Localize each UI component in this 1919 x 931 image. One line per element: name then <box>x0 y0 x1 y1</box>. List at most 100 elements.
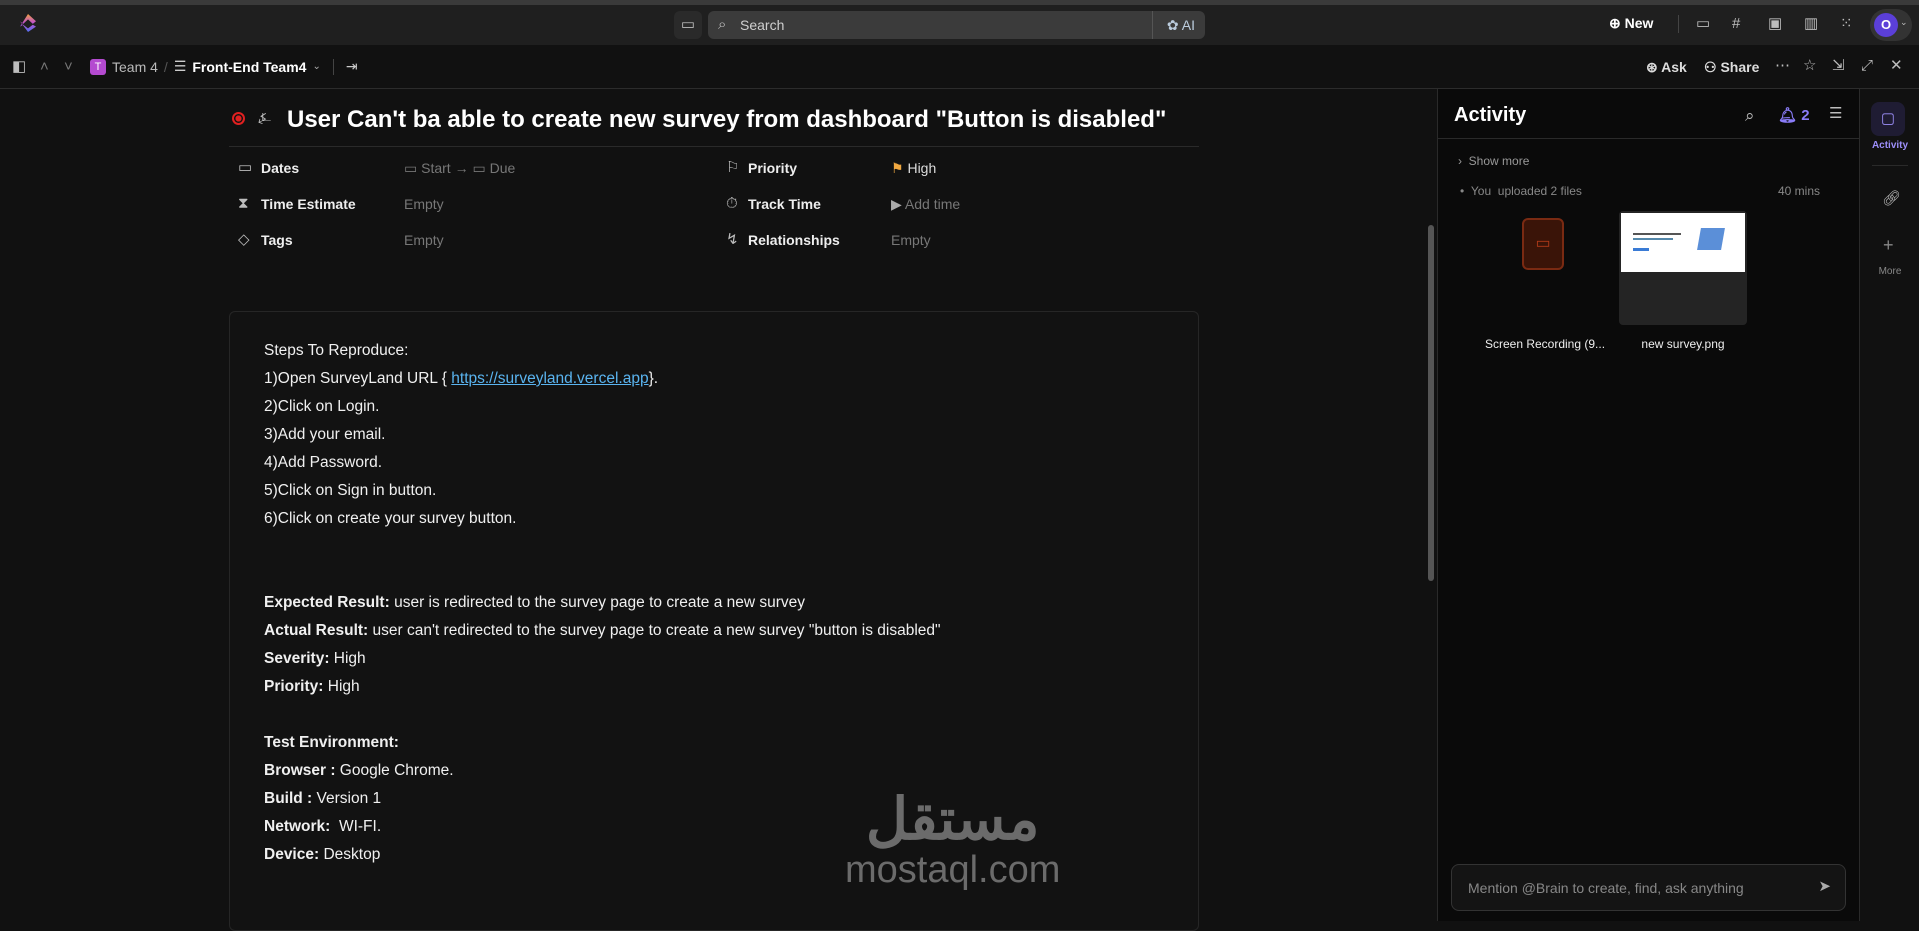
file-name: Screen Recording (9... <box>1484 337 1606 351</box>
field-label: Network: <box>264 818 331 835</box>
chevron-up-icon[interactable]: ˄ <box>40 59 49 74</box>
field-value: Google Chrome. <box>335 762 454 779</box>
field-label: Build : <box>264 790 313 807</box>
minimize-icon[interactable]: ⇲ <box>1832 58 1845 73</box>
plus-icon[interactable]: + <box>1883 236 1894 254</box>
notifications-button[interactable]: 🔔︎ 2 <box>1778 106 1810 124</box>
search-input[interactable]: ⌕ Search ✿ AI <box>708 11 1205 39</box>
task-header-bar: ◧ ˄ ˅ T Team 4 / ☰ Front-End Team4 ⌄ ⇥ ⊛… <box>0 45 1919 89</box>
breadcrumb-list[interactable]: Front-End Team4 <box>192 59 306 75</box>
watermark: مستقل mostaql.com <box>845 790 1060 891</box>
search-placeholder: Search <box>740 17 785 33</box>
field-value: Desktop <box>319 846 381 863</box>
move-task-icon[interactable]: ⇥ <box>346 58 358 75</box>
star-icon[interactable]: ☆ <box>1803 58 1816 73</box>
tag-icon: ◇ <box>238 231 250 248</box>
calendar-icon[interactable]: ▭ <box>674 11 702 39</box>
activity-panel: Activity ⌕ 🔔︎ 2 ☰ › Show more • You uplo… <box>1438 89 1859 921</box>
rail-activity-button[interactable]: ▢ <box>1871 102 1905 136</box>
step-text: 1)Open SurveyLand URL { <box>264 370 452 387</box>
rail-more-label[interactable]: More <box>1860 266 1919 277</box>
mention-input[interactable]: Mention @Brain to create, find, ask anyt… <box>1451 864 1846 911</box>
app-logo-icon[interactable] <box>20 14 36 32</box>
severity: Severity: High <box>264 650 366 668</box>
file-attachment[interactable]: ▭ Screen Recording (9... <box>1480 211 1605 411</box>
field-label: Severity: <box>264 650 330 667</box>
activity-title: Activity <box>1454 104 1527 126</box>
step-6: 6)Click on create your survey button. <box>264 510 517 527</box>
field-label: Browser : <box>264 762 336 779</box>
priority-label: Priority <box>748 160 798 176</box>
main-scrollbar[interactable] <box>1428 225 1434 581</box>
calendar-icon: ▭ <box>238 159 253 176</box>
relationships-label: Relationships <box>748 232 840 248</box>
field-value: High <box>329 650 366 667</box>
breadcrumb-separator: / <box>163 58 168 75</box>
page-title[interactable]: User Can't ba able to create new survey … <box>287 106 1166 134</box>
search-icon[interactable]: ⌕ <box>1745 107 1755 124</box>
priority-flag-icon: ⚑ <box>891 160 904 176</box>
step-text: }. <box>648 370 659 387</box>
step-1: 1)Open SurveyLand URL { https://surveyla… <box>264 370 658 388</box>
chevron-down-icon[interactable]: ˅ <box>64 59 73 74</box>
apps-grid-icon[interactable]: ⁙ <box>1840 16 1853 31</box>
time-estimate-value[interactable]: Empty <box>404 196 444 212</box>
due-date[interactable]: Due <box>490 160 516 176</box>
divider <box>1152 11 1153 39</box>
share-button[interactable]: ⚇ Share <box>1704 59 1759 76</box>
file-attachment[interactable]: new survey.png <box>1619 211 1747 411</box>
video-record-icon[interactable]: ▭ <box>1696 16 1710 31</box>
sidebar-toggle-icon[interactable]: ◧ <box>12 59 26 74</box>
field-value: user is redirected to the survey page to… <box>389 594 806 611</box>
ai-button[interactable]: ✿ AI <box>1167 17 1195 34</box>
field-value: user can't redirected to the survey page… <box>368 622 941 639</box>
expected-result: Expected Result: user is redirected to t… <box>264 594 805 612</box>
hashtag-icon[interactable]: # <box>1732 16 1740 31</box>
step-4: 4)Add Password. <box>264 454 383 471</box>
add-time-button[interactable]: ▶ Add time <box>891 196 960 213</box>
surveyland-link[interactable]: https://surveyland.vercel.app <box>451 370 648 387</box>
field-value: WI-FI. <box>330 818 382 835</box>
chevron-down-icon[interactable]: ⌄ <box>312 61 320 72</box>
top-bar: ▭ ⌕ Search ✿ AI ⊕ New ▭ # ▣ ▥ ⁙ O ⌄ <box>0 5 1919 45</box>
breadcrumb-space[interactable]: Team 4 <box>112 59 158 75</box>
whiteboard-icon[interactable]: ▣ <box>1768 16 1782 31</box>
link-icon[interactable]: 🔗︎ <box>1882 191 1901 206</box>
file-name: new survey.png <box>1641 337 1725 351</box>
flag-icon: ⚐ <box>726 159 740 176</box>
mention-placeholder: Mention @Brain to create, find, ask anyt… <box>1468 880 1744 896</box>
show-more-label: Show more <box>1468 154 1530 168</box>
task-type-icon[interactable]: ⍼ <box>258 111 271 126</box>
send-icon[interactable]: ➤ <box>1818 879 1831 894</box>
user-menu[interactable]: O ⌄ <box>1870 9 1912 41</box>
status-icon[interactable] <box>232 112 245 125</box>
ai-label: AI <box>1181 17 1195 33</box>
breadcrumb: T Team 4 / ☰ Front-End Team4 ⌄ ⇥ <box>90 58 358 75</box>
priority: Priority: High <box>264 678 360 696</box>
new-button[interactable]: ⊕ New <box>1609 15 1653 32</box>
filter-icon[interactable]: ☰ <box>1829 106 1842 121</box>
device: Device: Desktop <box>264 846 380 864</box>
stopwatch-icon: ⏱ <box>726 195 738 212</box>
more-options-icon[interactable]: ⋯ <box>1775 58 1790 73</box>
close-icon[interactable]: ✕ <box>1890 58 1903 73</box>
priority-value[interactable]: ⚑ High <box>891 160 936 177</box>
play-icon: ▶ <box>891 196 902 212</box>
divider <box>1678 15 1679 33</box>
expand-icon[interactable]: ⤢ <box>1861 58 1873 73</box>
priority-text: High <box>907 160 937 176</box>
actual-result: Actual Result: user can't redirected to … <box>264 622 941 640</box>
dashboard-icon[interactable]: ▥ <box>1804 16 1818 31</box>
image-thumbnail <box>1619 211 1747 325</box>
tags-label: Tags <box>261 232 293 248</box>
add-time-text: Add time <box>904 196 961 212</box>
event-time: 40 mins <box>1778 184 1821 198</box>
divider <box>1438 138 1859 139</box>
tags-value[interactable]: Empty <box>404 232 444 248</box>
dates-field[interactable]: ▭ Start → ▭ Due <box>404 160 515 177</box>
field-value: High <box>323 678 360 695</box>
start-date[interactable]: Start <box>421 160 451 176</box>
relationships-value[interactable]: Empty <box>891 232 931 248</box>
ask-button[interactable]: ⊛ Ask <box>1646 59 1687 76</box>
show-more-button[interactable]: › Show more <box>1458 154 1529 168</box>
